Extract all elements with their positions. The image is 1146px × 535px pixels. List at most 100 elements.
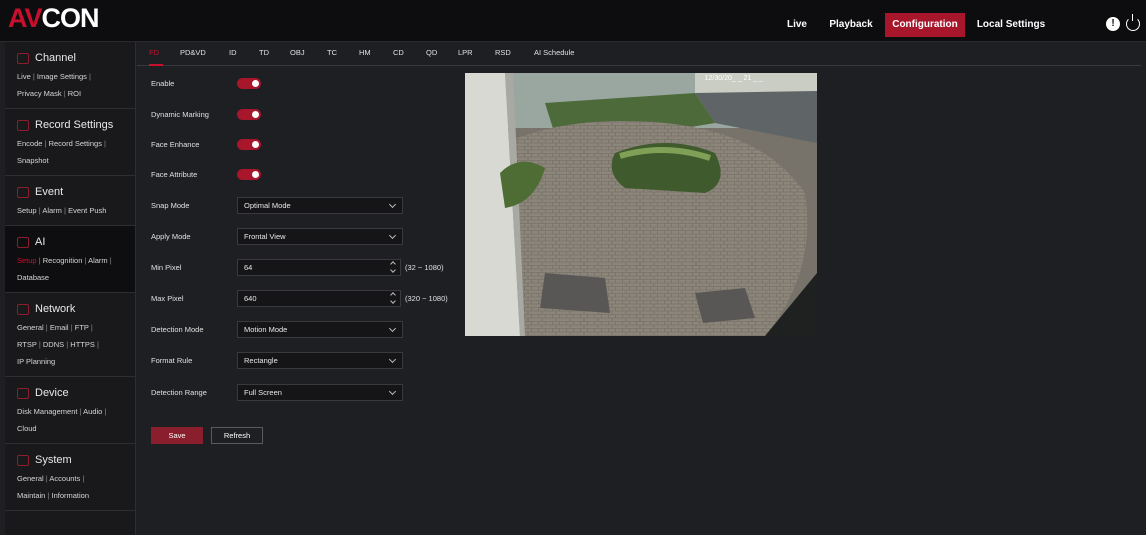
tab-td[interactable]: TD: [259, 48, 269, 57]
snap-mode-label: Snap Mode: [151, 201, 190, 210]
sidebar-title-device[interactable]: Device: [17, 383, 135, 403]
sidebar-link-rtsp[interactable]: RTSP: [17, 340, 37, 349]
sidebar-link-snapshot[interactable]: Snapshot: [17, 156, 49, 165]
max-pixel-range: (320 ~ 1080): [405, 294, 448, 303]
min-pixel-label: Min Pixel: [151, 263, 182, 272]
sidebar-title-record-settings[interactable]: Record Settings: [17, 115, 135, 135]
sidebar-link-record-settings[interactable]: Record Settings: [49, 139, 102, 148]
preview-timestamp: 12/30/20_ _ 21 _ _: [704, 75, 763, 82]
sidebar-link-image-settings[interactable]: Image Settings: [37, 72, 87, 81]
max-pixel-label: Max Pixel: [151, 294, 184, 303]
sidebar-title-system[interactable]: System: [17, 450, 135, 470]
enable-toggle[interactable]: [237, 78, 261, 89]
min-pixel-input[interactable]: 64: [237, 259, 401, 276]
sidebar-title-network[interactable]: Network: [17, 299, 135, 319]
chevron-down-icon: [388, 387, 397, 396]
sidebar-link-disk-management[interactable]: Disk Management: [17, 407, 77, 416]
detection-range-select[interactable]: Full Screen: [237, 384, 403, 401]
refresh-button[interactable]: Refresh: [211, 427, 263, 444]
min-pixel-stepper-icon[interactable]: [389, 261, 397, 273]
sidebar-link-ai-setup[interactable]: Setup: [17, 256, 37, 265]
sidebar-link-roi[interactable]: ROI: [68, 89, 81, 98]
sidebar-link-event-setup[interactable]: Setup: [17, 206, 37, 215]
sidebar-link-cloud[interactable]: Cloud: [17, 424, 37, 433]
face-enhance-label: Face Enhance: [151, 140, 200, 149]
detection-range-label: Detection Range: [151, 388, 207, 397]
face-enhance-toggle[interactable]: [237, 139, 261, 150]
tab-fd[interactable]: FD: [149, 48, 159, 57]
sidebar-link-ai-alarm[interactable]: Alarm: [88, 256, 108, 265]
ai-icon: [17, 236, 29, 248]
sidebar-link-maintain[interactable]: Maintain: [17, 491, 45, 500]
detection-mode-select[interactable]: Motion Mode: [237, 321, 403, 338]
sidebar-link-ip-planning[interactable]: IP Planning: [17, 357, 55, 366]
device-icon: [17, 387, 29, 399]
tab-tc[interactable]: TC: [327, 48, 337, 57]
min-pixel-range: (32 ~ 1080): [405, 263, 444, 272]
top-bar: AVCON Live Playback Configuration Local …: [0, 0, 1146, 42]
tab-lpr[interactable]: LPR: [458, 48, 473, 57]
sidebar-link-live[interactable]: Live: [17, 72, 31, 81]
tab-pd-vd[interactable]: PD&VD: [180, 48, 206, 57]
avycon-logo: AVCON: [8, 3, 100, 33]
nav-playback[interactable]: Playback: [826, 13, 876, 37]
nav-configuration[interactable]: Configuration: [885, 13, 965, 37]
enable-label: Enable: [151, 79, 175, 88]
nav-local-settings[interactable]: Local Settings: [975, 13, 1047, 37]
sidebar-link-privacy-mask[interactable]: Privacy Mask: [17, 89, 62, 98]
sidebar-section-event: Event Setup | Alarm | Event Push: [5, 176, 135, 226]
sidebar: Channel Live | Image Settings | Privacy …: [5, 42, 136, 535]
snap-mode-select[interactable]: Optimal Mode: [237, 197, 403, 214]
tab-ai-schedule[interactable]: AI Schedule: [534, 48, 574, 57]
tab-id[interactable]: ID: [229, 48, 237, 57]
power-icon[interactable]: [1126, 14, 1140, 31]
max-pixel-stepper-icon[interactable]: [389, 292, 397, 304]
tab-hm[interactable]: HM: [359, 48, 371, 57]
tab-cd[interactable]: CD: [393, 48, 404, 57]
tab-obj[interactable]: OBJ: [290, 48, 305, 57]
chevron-down-icon: [388, 231, 397, 240]
sidebar-link-database[interactable]: Database: [17, 273, 49, 282]
sidebar-link-accounts[interactable]: Accounts: [49, 474, 80, 483]
tab-rsd[interactable]: RSD: [495, 48, 511, 57]
save-button[interactable]: Save: [151, 427, 203, 444]
active-tab-indicator: [149, 64, 163, 66]
sidebar-link-information[interactable]: Information: [52, 491, 90, 500]
sidebar-title-channel[interactable]: Channel: [17, 48, 135, 68]
sidebar-link-ftp[interactable]: FTP: [75, 323, 89, 332]
sidebar-link-https[interactable]: HTTPS: [70, 340, 95, 349]
face-attribute-label: Face Attribute: [151, 170, 198, 179]
sidebar-link-event-alarm[interactable]: Alarm: [42, 206, 62, 215]
sidebar-link-ddns[interactable]: DDNS: [43, 340, 64, 349]
chevron-down-icon: [388, 355, 397, 364]
alert-icon[interactable]: !: [1106, 17, 1120, 31]
sidebar-title-event[interactable]: Event: [17, 182, 135, 202]
sidebar-link-system-general[interactable]: General: [17, 474, 44, 483]
chevron-down-icon: [388, 324, 397, 333]
sidebar-link-email[interactable]: Email: [50, 323, 69, 332]
sidebar-link-encode[interactable]: Encode: [17, 139, 42, 148]
format-rule-select[interactable]: Rectangle: [237, 352, 403, 369]
apply-mode-label: Apply Mode: [151, 232, 191, 241]
sidebar-link-event-push[interactable]: Event Push: [68, 206, 106, 215]
sidebar-section-device: Device Disk Management | Audio | Cloud: [5, 377, 135, 444]
sidebar-link-audio[interactable]: Audio: [83, 407, 102, 416]
camera-icon: [17, 52, 29, 64]
detection-mode-label: Detection Mode: [151, 325, 204, 334]
main-panel: FD PD&VD ID TD OBJ TC HM CD QD LPR RSD A…: [137, 42, 1146, 535]
nav-live[interactable]: Live: [780, 13, 814, 37]
sidebar-link-recognition[interactable]: Recognition: [43, 256, 83, 265]
face-attribute-toggle[interactable]: [237, 169, 261, 180]
camera-preview[interactable]: 12/30/20_ _ 21 _ _: [465, 73, 817, 336]
apply-mode-select[interactable]: Frontal View: [237, 228, 403, 245]
max-pixel-input[interactable]: 640: [237, 290, 401, 307]
ai-tab-bar: FD PD&VD ID TD OBJ TC HM CD QD LPR RSD A…: [137, 42, 1141, 66]
sidebar-section-record-settings: Record Settings Encode | Record Settings…: [5, 109, 135, 176]
network-icon: [17, 303, 29, 315]
sidebar-title-ai[interactable]: AI: [17, 232, 135, 252]
tab-qd[interactable]: QD: [426, 48, 437, 57]
sidebar-link-network-general[interactable]: General: [17, 323, 44, 332]
record-icon: [17, 119, 29, 131]
dynamic-marking-toggle[interactable]: [237, 109, 261, 120]
system-icon: [17, 454, 29, 466]
